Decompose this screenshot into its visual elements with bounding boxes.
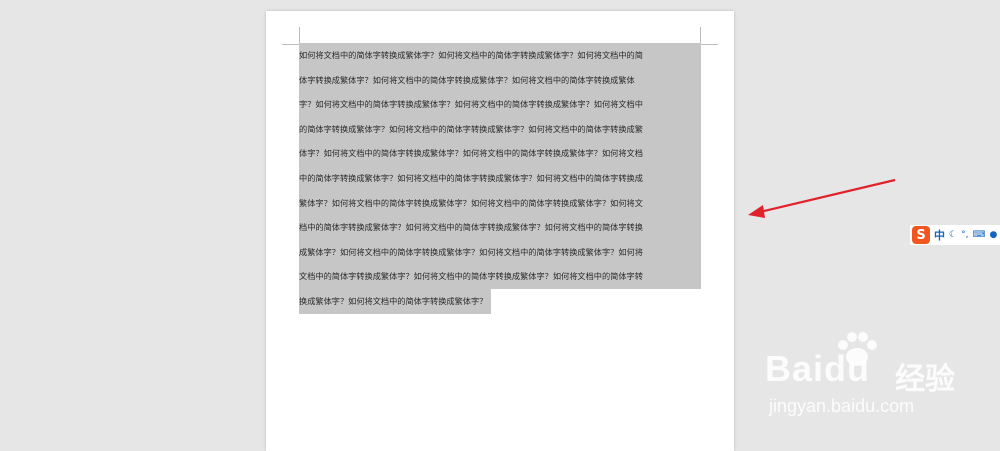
sogou-logo-icon[interactable]: S bbox=[912, 226, 930, 244]
ime-toolbar[interactable]: S 中 ☾ °, ⌨ ● bbox=[910, 225, 1000, 245]
ime-mode-toggle[interactable]: 中 bbox=[934, 227, 945, 243]
punctuation-icon[interactable]: °, bbox=[961, 230, 968, 240]
baidu-jingyan-watermark: Baidu 经验 jingyan.baidu.com bbox=[765, 328, 985, 428]
watermark-brand: Baidu bbox=[765, 348, 871, 389]
watermark-url: jingyan.baidu.com bbox=[769, 396, 915, 416]
moon-icon[interactable]: ☾ bbox=[949, 230, 957, 240]
watermark-cn: 经验 bbox=[895, 362, 955, 397]
keyboard-icon[interactable]: ⌨ bbox=[972, 230, 985, 240]
user-icon[interactable]: ● bbox=[989, 230, 997, 240]
